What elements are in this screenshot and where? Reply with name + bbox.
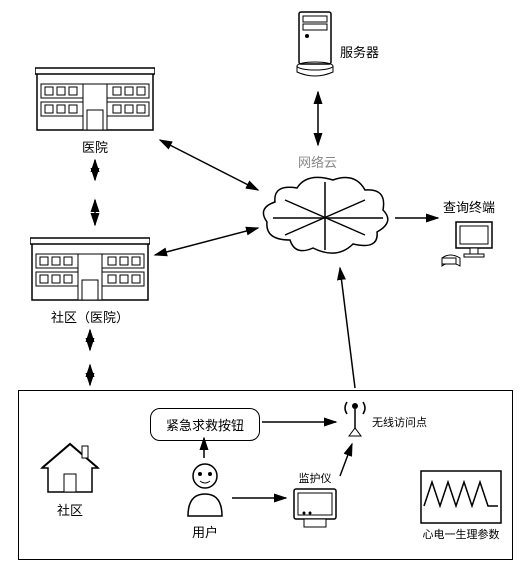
emergency-button-label: 紧急求救按钮	[166, 418, 244, 433]
emergency-button[interactable]: 紧急求救按钮	[150, 408, 260, 441]
community-hospital-label: 社区（医院）	[30, 307, 150, 326]
hospital-building-icon	[35, 60, 155, 135]
monitor-node: 监护仪	[290, 468, 340, 531]
ecg-node: 心电一生理参数	[420, 470, 502, 542]
user-label: 用户	[180, 522, 230, 541]
hospital-node: 医院	[35, 60, 155, 156]
server-icon	[295, 10, 341, 80]
community-label: 社区	[38, 500, 102, 519]
cloud-node	[255, 170, 395, 265]
wireless-ap-node	[340, 398, 370, 440]
community-hospital-node: 社区（医院）	[30, 230, 150, 326]
server-label: 服务器	[340, 42, 379, 61]
cloud-icon	[255, 170, 395, 265]
community-node: 社区	[38, 438, 102, 519]
community-hospital-icon	[30, 230, 150, 305]
antenna-icon	[340, 398, 370, 440]
house-icon	[38, 438, 102, 498]
ecg-label: 心电一生理参数	[420, 526, 502, 542]
user-node: 用户	[180, 460, 230, 541]
terminal-node: 查询终端	[440, 195, 498, 270]
monitor-device-icon	[290, 487, 340, 531]
hospital-label: 医院	[35, 137, 155, 156]
terminal-label: 查询终端	[440, 197, 498, 216]
monitor-label: 监护仪	[290, 470, 340, 486]
ecg-wave-icon	[420, 470, 502, 524]
terminal-icon	[440, 218, 498, 270]
wireless-ap-label: 无线访问点	[372, 414, 427, 430]
user-icon	[180, 460, 230, 520]
cloud-label: 网络云	[298, 152, 337, 171]
